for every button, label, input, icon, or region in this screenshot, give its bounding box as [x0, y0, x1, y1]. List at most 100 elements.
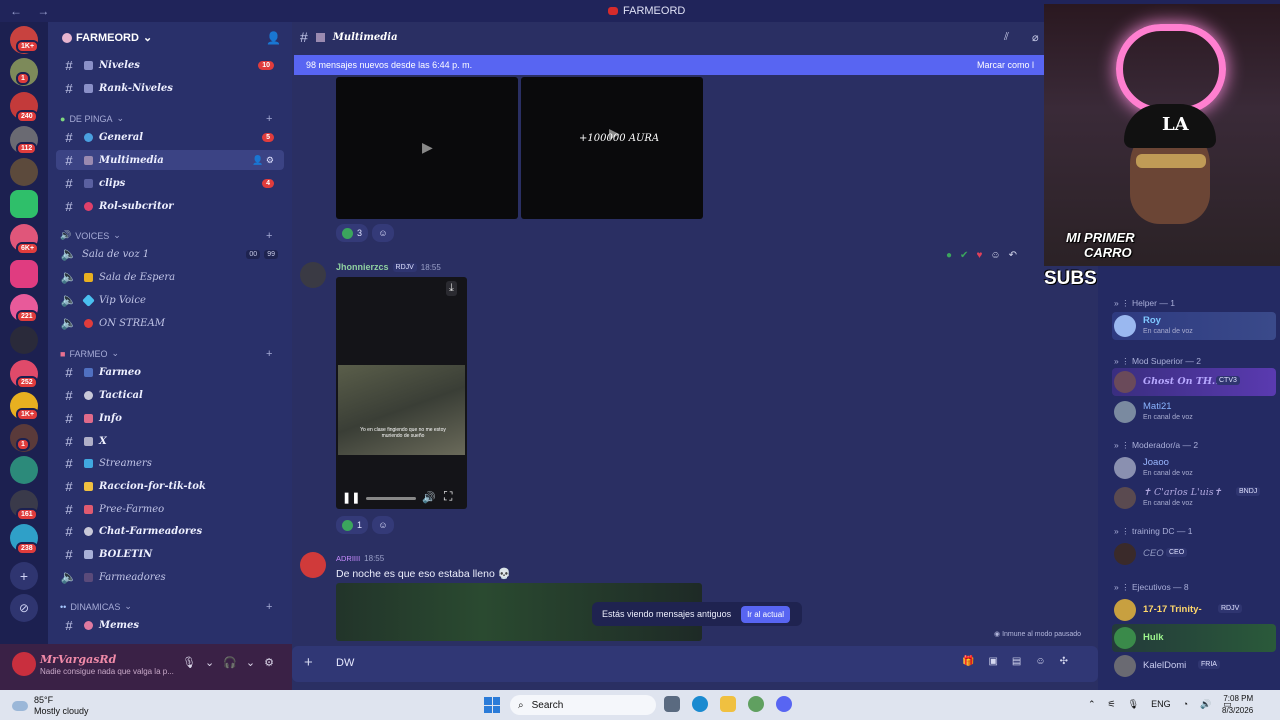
- channel-multimedia[interactable]: # Multimedia 👤 ⚙: [56, 150, 284, 170]
- check-emoji-icon[interactable]: ●: [946, 250, 952, 261]
- category-dinamicas[interactable]: •• DINAMICAS ⌄ +: [60, 601, 272, 613]
- video-player[interactable]: ⤓ Yo en clase fingiendo que no me estoy …: [336, 277, 467, 509]
- language-indicator[interactable]: ENG: [1151, 699, 1171, 710]
- chevron-down-icon[interactable]: ⌄: [246, 656, 255, 669]
- avatar[interactable]: [12, 652, 36, 676]
- channel-settings-icons[interactable]: 👤 ⚙: [252, 155, 274, 166]
- volume-icon[interactable]: 🔊: [422, 491, 436, 504]
- add-reaction-button[interactable]: ☺: [372, 224, 394, 242]
- progress-slider[interactable]: [366, 497, 416, 500]
- reaction[interactable]: 1: [336, 516, 369, 534]
- avatar[interactable]: [300, 262, 326, 288]
- reaction[interactable]: 3: [336, 224, 369, 242]
- video-attachment[interactable]: ▶ +100000 AURA: [521, 77, 703, 219]
- server-icon[interactable]: [10, 326, 38, 354]
- reply-icon[interactable]: ↶: [1009, 250, 1017, 261]
- apps-icon[interactable]: ✣: [1060, 656, 1068, 667]
- checkmark-icon[interactable]: ✔: [960, 250, 968, 261]
- new-messages-banner[interactable]: 98 mensajes nuevos desde las 6:44 p. m. …: [294, 55, 1046, 75]
- back-forward-icons[interactable]: ← →: [10, 4, 55, 18]
- emoji-icon[interactable]: ☺: [1035, 656, 1045, 667]
- chrome-icon[interactable]: [748, 696, 764, 712]
- wifi-icon[interactable]: ◔: [1183, 699, 1188, 710]
- chevron-down-icon[interactable]: ⌄: [205, 656, 214, 669]
- gif-icon[interactable]: ▣: [988, 656, 997, 667]
- voice-sala-de-voz-1[interactable]: 🔈 Sala de voz 1 00 99: [56, 244, 284, 264]
- threads-icon[interactable]: ⫽: [1004, 31, 1009, 44]
- gear-icon[interactable]: ⚙: [264, 656, 274, 669]
- video-attachment[interactable]: ▶: [336, 77, 518, 219]
- invite-icon[interactable]: 👤: [266, 31, 281, 45]
- clock[interactable]: 7:08 PM 8/3/2026: [1222, 693, 1253, 717]
- chevron-up-icon[interactable]: ⌃: [1088, 699, 1096, 710]
- discover-icon[interactable]: ⊘: [10, 594, 38, 622]
- headphones-icon[interactable]: 🎧: [223, 656, 237, 669]
- channel-tactical[interactable]: # Tactical: [56, 385, 284, 405]
- channel-info[interactable]: # Info: [56, 408, 284, 428]
- windows-start-icon[interactable]: [484, 697, 500, 713]
- member-item[interactable]: KalelDomi FRIA: [1112, 652, 1276, 680]
- add-reaction-button[interactable]: ☺: [372, 516, 394, 534]
- voice-vip-voice[interactable]: 🔈 Vip Voice: [56, 290, 284, 310]
- author-name[interactable]: ADRIIII: [336, 554, 360, 563]
- channel-clips[interactable]: # clips 4: [56, 173, 284, 193]
- download-icon[interactable]: ⤓: [446, 281, 457, 296]
- member-item[interactable]: 17-17 Trinity- RDJV: [1112, 596, 1276, 624]
- author-name[interactable]: Jhonnierzcs: [336, 262, 389, 272]
- user-name[interactable]: MrVargasRd: [40, 653, 116, 666]
- voice-on-stream[interactable]: 🔈 ON STREAM: [56, 313, 284, 333]
- network-icon[interactable]: ⚟: [1108, 699, 1116, 710]
- add-channel-icon[interactable]: +: [266, 113, 272, 125]
- channel-niveles[interactable]: # Niveles 10: [56, 55, 284, 75]
- message-input[interactable]: DW: [336, 657, 354, 669]
- channel-pree-farmeo[interactable]: # Pree-Farmeo: [56, 499, 284, 519]
- microphone-icon[interactable]: 🎙: [1128, 699, 1139, 710]
- channel-x[interactable]: # X: [56, 431, 284, 451]
- microphone-icon[interactable]: 🎙: [182, 656, 196, 669]
- category-farmeo[interactable]: ■ FARMEO ⌄ +: [60, 348, 272, 360]
- server-icon[interactable]: [10, 456, 38, 484]
- server-icon[interactable]: [10, 260, 38, 288]
- member-item[interactable]: Mati21 En canal de voz: [1112, 398, 1276, 426]
- channel-raccion-for-tik-tok[interactable]: # Raccion-for-tik-tok: [56, 476, 284, 496]
- message-input-bar[interactable]: + DW 🎁 ▣ ▤ ☺ ✣: [292, 646, 1098, 682]
- mark-read-button[interactable]: Marcar como l: [977, 60, 1034, 70]
- category-voices[interactable]: 🔊 VOICES ⌄ +: [60, 230, 272, 242]
- channel-farmeo[interactable]: # Farmeo: [56, 362, 284, 382]
- channel-streamers[interactable]: # Streamers: [56, 453, 284, 473]
- add-reaction-icon[interactable]: ☺: [990, 250, 1000, 261]
- pause-icon[interactable]: ❚❚: [342, 491, 360, 504]
- sticker-icon[interactable]: ▤: [1012, 656, 1021, 667]
- file-explorer-icon[interactable]: [720, 696, 736, 712]
- weather-widget[interactable]: 85°F Mostly cloudy: [12, 695, 89, 717]
- voice-sala-de-espera[interactable]: 🔈 Sala de Espera: [56, 267, 284, 287]
- add-channel-icon[interactable]: +: [266, 601, 272, 613]
- mute-icon[interactable]: ⌀: [1032, 31, 1039, 44]
- taskbar-search[interactable]: ⌕ Search: [510, 695, 656, 715]
- member-item[interactable]: Joaoo En canal de voz: [1112, 454, 1276, 482]
- channel-farmeadores[interactable]: 🔈 Farmeadores: [56, 567, 284, 587]
- add-channel-icon[interactable]: +: [266, 348, 272, 360]
- channel-rank-niveles[interactable]: # Rank-Niveles: [56, 78, 284, 98]
- kick-server-icon[interactable]: [10, 190, 38, 218]
- add-server-icon[interactable]: +: [10, 562, 38, 590]
- plus-icon[interactable]: +: [304, 654, 313, 671]
- category-de-pinga[interactable]: ● DE PINGA ⌄ +: [60, 113, 272, 125]
- member-item[interactable]: Roy En canal de voz: [1112, 312, 1276, 340]
- heart-icon[interactable]: ♥: [976, 250, 982, 261]
- avatar[interactable]: [300, 552, 326, 578]
- volume-icon[interactable]: 🔊: [1200, 699, 1211, 710]
- edge-icon[interactable]: [692, 696, 708, 712]
- member-item[interactable]: Ghost On TH... CTV3: [1112, 368, 1276, 396]
- fullscreen-icon[interactable]: ⛶: [444, 489, 452, 504]
- channel-chat-farmeadores[interactable]: # Chat-Farmeadores: [56, 521, 284, 541]
- jump-to-present-button[interactable]: Ir al actual: [741, 605, 790, 623]
- channel-rol-subcritor[interactable]: # Rol-subcritor: [56, 196, 284, 216]
- add-channel-icon[interactable]: +: [266, 230, 272, 242]
- member-item[interactable]: Hulk: [1112, 624, 1276, 652]
- task-view-icon[interactable]: [664, 696, 680, 712]
- server-icon[interactable]: [10, 158, 38, 186]
- channel-memes[interactable]: # Memes: [56, 615, 284, 635]
- member-item[interactable]: ✝ C'arlos L'uis✝ BNDJ En canal de voz: [1112, 484, 1276, 512]
- member-item[interactable]: CEO CEO: [1112, 540, 1276, 568]
